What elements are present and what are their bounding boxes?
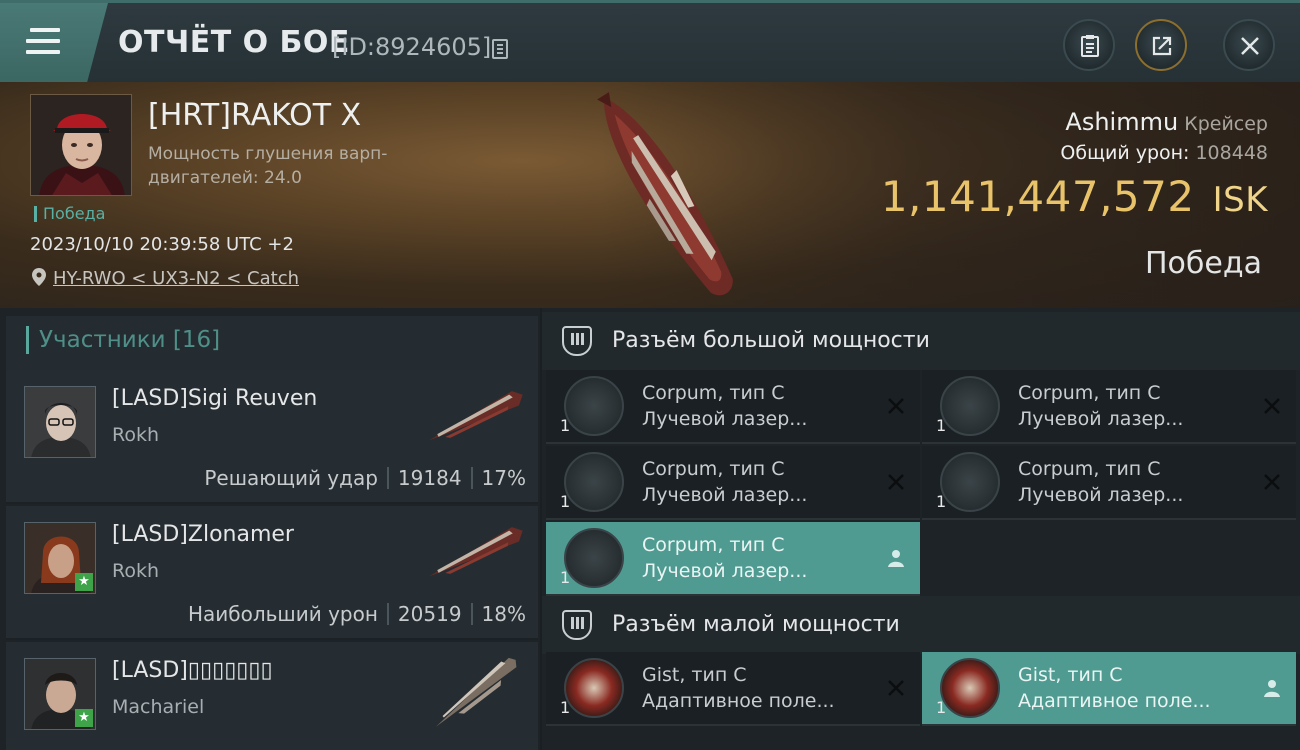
module-name: Corpum, тип C <box>1018 458 1161 480</box>
participant-percent: 17% <box>481 466 526 490</box>
participant-avatar[interactable]: ★ <box>24 522 96 594</box>
isk-unit: ISK <box>1212 180 1268 220</box>
kill-datetime: 2023/10/10 20:39:58 UTC +2 <box>30 234 294 255</box>
participant-ship-image <box>435 657 517 727</box>
participant-stats: Наибольший урон 20519 18% <box>188 602 526 626</box>
module-name: Corpum, тип C <box>642 382 785 404</box>
copy-icon[interactable] <box>492 39 508 59</box>
person-icon <box>1264 680 1280 697</box>
person-icon <box>888 550 904 567</box>
total-damage-value: 108448 <box>1195 142 1268 164</box>
participants-header[interactable]: Участники [16] <box>6 316 538 370</box>
module-slot[interactable]: 1 Gist, тип C Адаптивное поле... <box>546 652 920 726</box>
module-name: Corpum, тип C <box>642 458 785 480</box>
top-bar: ОТЧЁТ О БОЕ [ID:8924605] <box>0 0 1300 85</box>
share-button[interactable] <box>1135 19 1187 71</box>
warp-scramble-stat: Мощность глушения варп-двигателей: 24.0 <box>148 144 388 188</box>
high-slot-header: Разъём большой мощности <box>542 312 1300 370</box>
star-icon: ★ <box>75 573 93 591</box>
victim-banner: [HRT]RAKOT X Мощность глушения варп-двиг… <box>0 82 1300 308</box>
participant-role: Решающий удар <box>204 466 378 490</box>
destroyed-icon <box>888 474 904 490</box>
participant-name: [LASD]Zlonamer <box>112 522 294 547</box>
notes-button[interactable] <box>1063 19 1115 71</box>
close-icon <box>1241 37 1259 55</box>
victim-ship-name[interactable]: Ashimmu Крейсер <box>1065 108 1268 136</box>
module-name: Gist, тип C <box>1018 664 1123 686</box>
ship-class: Крейсер <box>1184 113 1268 135</box>
participants-panel: Участники [16] [LASD]Sigi Reuven Rokh Ре… <box>0 308 540 750</box>
module-type: Лучевой лазер... <box>642 408 808 430</box>
participant-row[interactable]: ★ [LASD]▯▯▯▯▯▯▯ Machariel <box>6 642 538 750</box>
destroyed-icon <box>888 398 904 414</box>
menu-button[interactable] <box>0 3 108 85</box>
laser-module-icon <box>564 376 624 436</box>
module-slot[interactable]: 1 Corpum, тип C Лучевой лазер... <box>546 446 920 520</box>
participant-name: [LASD]Sigi Reuven <box>112 386 318 411</box>
destroyed-icon <box>888 680 904 696</box>
destroyed-icon <box>1264 398 1280 414</box>
module-type: Лучевой лазер... <box>642 560 808 582</box>
module-slot[interactable]: 1 Corpum, тип C Лучевой лазер... <box>922 370 1296 444</box>
participant-ship: Machariel <box>112 696 205 718</box>
victim-avatar[interactable] <box>30 94 132 196</box>
page-title: ОТЧЁТ О БОЕ <box>118 25 350 60</box>
module-slot[interactable]: 1 Gist, тип C Адаптивное поле... <box>922 652 1296 726</box>
participant-ship: Rokh <box>112 560 160 582</box>
module-name: Corpum, тип C <box>642 534 785 556</box>
participant-ship-image <box>429 527 523 577</box>
participant-avatar[interactable]: ★ <box>24 658 96 730</box>
fitting-panel: Разъём большой мощности 1 Corpum, тип C … <box>542 308 1300 750</box>
victory-tag: Победа <box>34 206 105 222</box>
notes-icon <box>1081 35 1099 57</box>
close-button[interactable] <box>1223 19 1275 71</box>
participant-ship-image <box>429 391 523 441</box>
laser-module-icon <box>564 452 624 512</box>
participant-damage: 19184 <box>397 466 462 490</box>
module-name: Corpum, тип C <box>1018 382 1161 404</box>
module-type: Лучевой лазер... <box>642 484 808 506</box>
low-slot-icon <box>562 610 592 640</box>
participant-percent: 18% <box>481 602 526 626</box>
shield-module-icon <box>940 658 1000 718</box>
high-slot-icon <box>562 326 592 356</box>
participant-role: Наибольший урон <box>187 602 378 626</box>
hamburger-menu-icon <box>26 28 60 54</box>
isk-value: 1,141,447,572 ISK <box>880 172 1268 221</box>
module-slot[interactable]: 1 Corpum, тип C Лучевой лазер... <box>922 446 1296 520</box>
laser-module-icon <box>940 376 1000 436</box>
star-icon: ★ <box>75 709 93 727</box>
participant-stats: Решающий удар 19184 17% <box>204 466 526 490</box>
participant-name: [LASD]▯▯▯▯▯▯▯ <box>112 658 273 683</box>
participant-damage: 20519 <box>397 602 462 626</box>
participant-row[interactable]: ★ [LASD]Zlonamer Rokh Наибольший урон 205… <box>6 506 538 640</box>
participant-ship: Rokh <box>112 424 160 446</box>
module-type: Лучевой лазер... <box>1018 484 1184 506</box>
laser-module-icon <box>940 452 1000 512</box>
battle-result: Победа <box>1145 246 1262 281</box>
participant-avatar[interactable] <box>24 386 96 458</box>
total-damage: Общий урон: 108448 <box>1060 142 1268 164</box>
module-slot[interactable]: 1 Corpum, тип C Лучевой лазер... <box>546 370 920 444</box>
participant-row[interactable]: [LASD]Sigi Reuven Rokh Решающий удар 1918… <box>6 370 538 504</box>
laser-module-icon <box>564 528 624 588</box>
kill-location-link[interactable]: HY-RWO < UX3-N2 < Catch <box>53 268 299 289</box>
module-slot[interactable]: 1 Corpum, тип C Лучевой лазер... <box>546 522 920 596</box>
share-icon <box>1152 36 1172 56</box>
shield-module-icon <box>564 658 624 718</box>
module-type: Адаптивное поле... <box>642 690 835 712</box>
victim-ship-image[interactable] <box>540 82 790 308</box>
victim-name[interactable]: [HRT]RAKOT X <box>148 98 361 133</box>
low-slot-header: Разъём малой мощности <box>542 596 1300 654</box>
location-pin-icon <box>32 268 46 286</box>
destroyed-icon <box>1264 474 1280 490</box>
module-type: Адаптивное поле... <box>1018 690 1211 712</box>
module-name: Gist, тип C <box>642 664 747 686</box>
report-id: [ID:8924605] <box>332 33 492 61</box>
module-type: Лучевой лазер... <box>1018 408 1184 430</box>
